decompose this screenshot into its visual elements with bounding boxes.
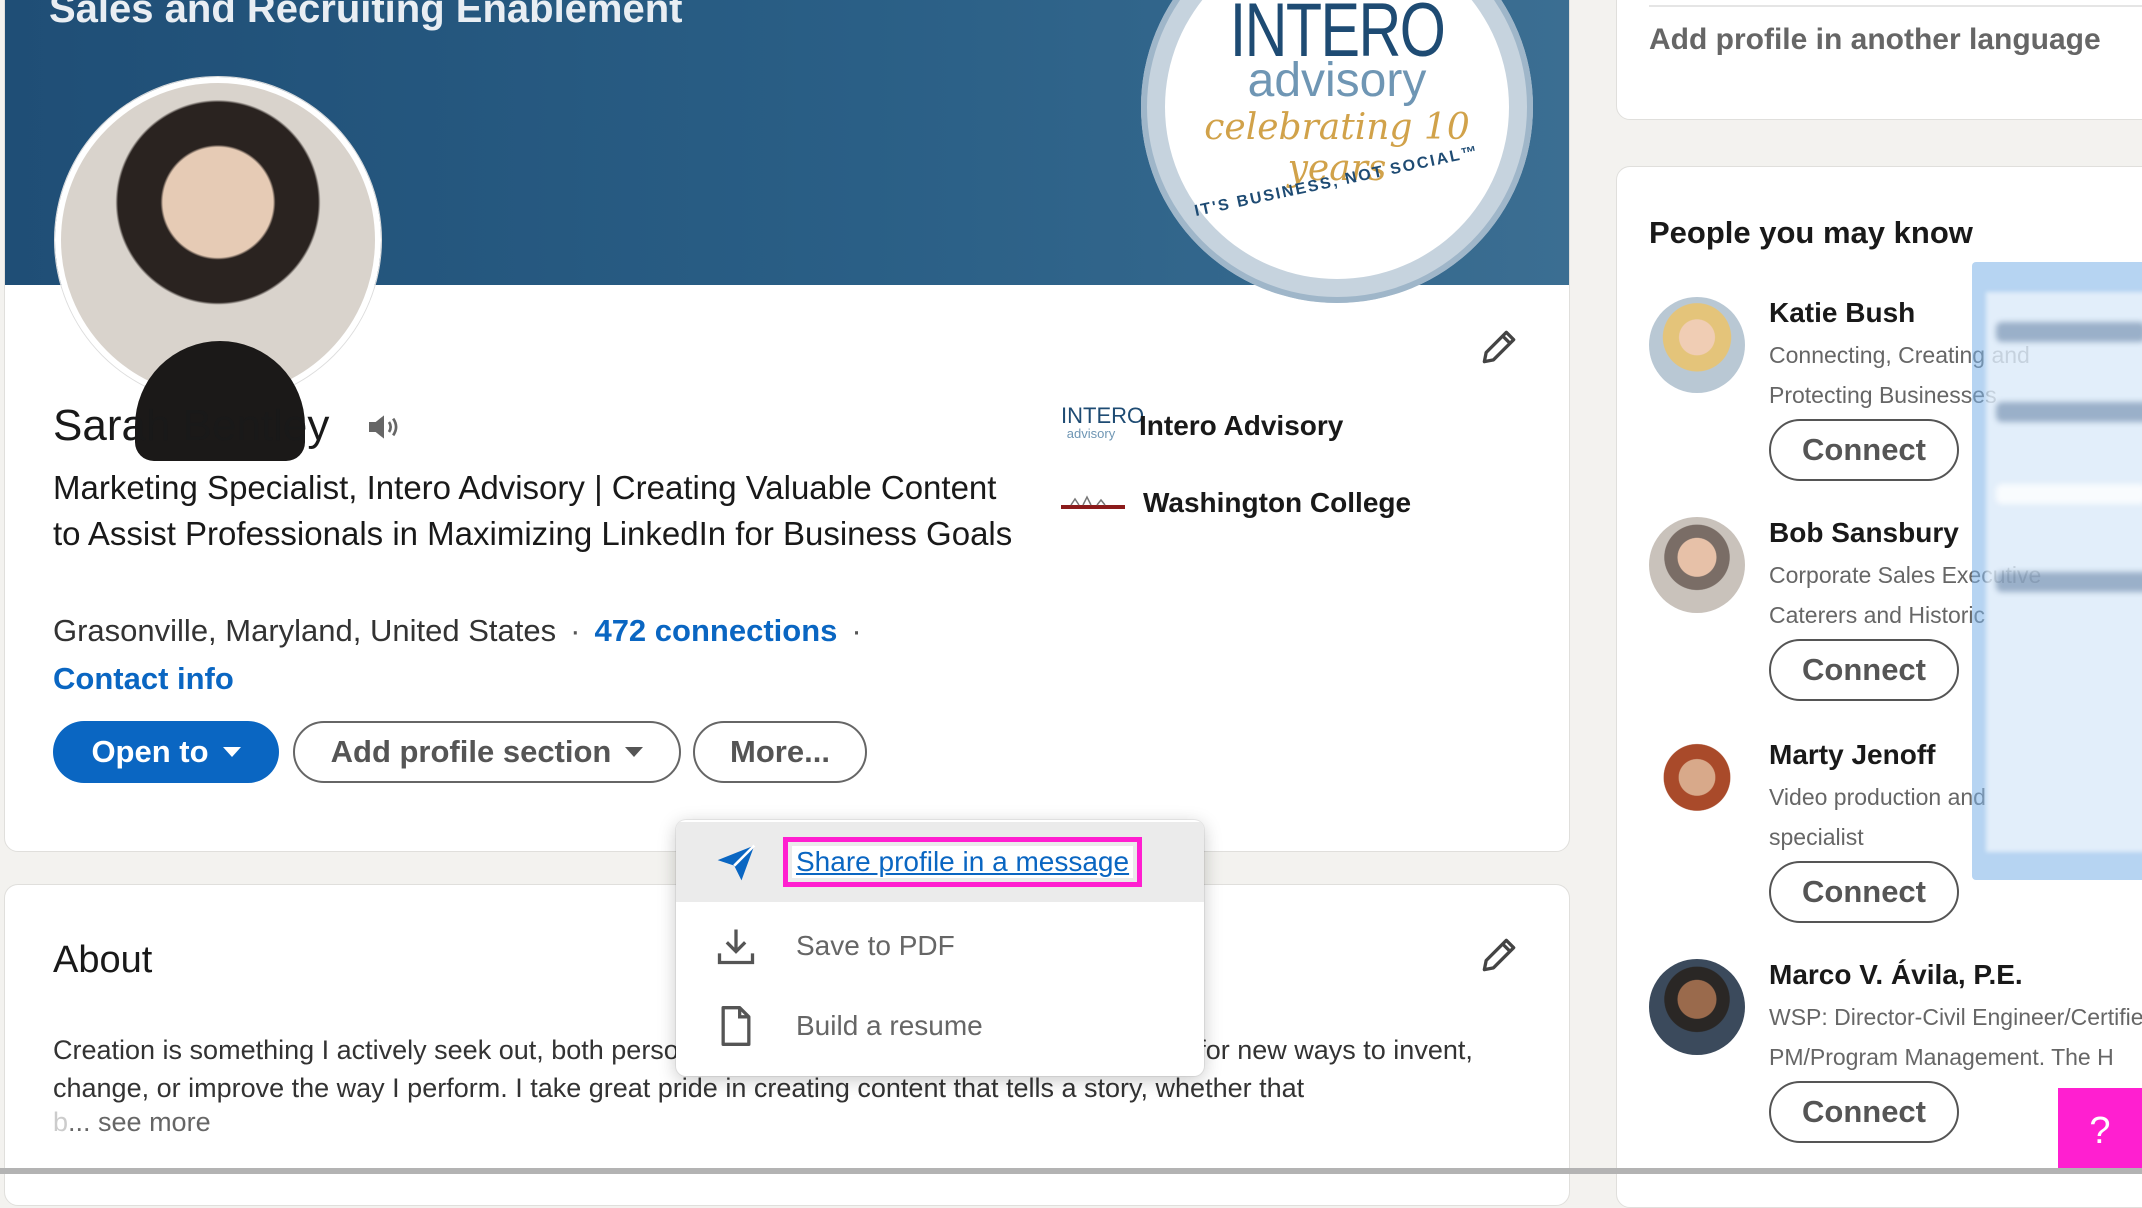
open-to-button[interactable]: Open to — [53, 721, 279, 783]
add-language-link[interactable]: Add profile in another language — [1649, 23, 2101, 57]
open-to-label: Open to — [91, 734, 209, 769]
person-headline: WSP: Director-Civil Engineer/Certified PM… — [1769, 1004, 2142, 1070]
person-name[interactable]: Bob Sansbury — [1769, 517, 1959, 549]
document-icon — [721, 1006, 751, 1046]
person-avatar[interactable] — [1649, 517, 1745, 613]
menu-item-share-profile[interactable]: Share profile in a message — [676, 822, 1204, 902]
divider — [1649, 5, 2142, 7]
truncated-text: b — [53, 1107, 69, 1137]
profile-headline: Marketing Specialist, Intero Advisory | … — [53, 469, 1013, 552]
intero-company-logo: INTERO advisory — [1061, 403, 1145, 442]
blurred-text — [1996, 572, 2142, 592]
logo-word-advisory: advisory — [1247, 54, 1427, 107]
blurred-text — [1996, 402, 2142, 422]
about-see-more-line: b... see more — [53, 1107, 211, 1138]
washington-college-logo — [1061, 495, 1125, 509]
window-bottom-edge — [0, 1168, 2142, 1174]
profile-name: Sarah Bentley — [53, 401, 330, 450]
menu-item-build-resume[interactable]: Build a resume — [676, 986, 1204, 1066]
blurred-overlay-panel — [1972, 262, 2142, 880]
person-avatar[interactable] — [1649, 739, 1745, 835]
blurred-text — [1996, 322, 2142, 342]
save-pdf-label: Save to PDF — [796, 930, 955, 961]
caret-down-icon — [625, 747, 644, 757]
language-card: Add profile in another language — [1616, 0, 2142, 120]
education-link[interactable]: Washington College — [1061, 487, 1411, 519]
company-name: Intero Advisory — [1139, 410, 1344, 441]
send-icon — [717, 844, 756, 881]
contact-info-link[interactable]: Contact info — [53, 661, 234, 697]
person-name[interactable]: Marco V. Ávila, P.E. — [1769, 959, 2023, 991]
more-button[interactable]: More... — [693, 721, 867, 783]
blurred-input — [1996, 484, 2142, 504]
connect-button[interactable]: Connect — [1769, 419, 1959, 481]
school-name: Washington College — [1143, 487, 1412, 518]
connect-button[interactable]: Connect — [1769, 1081, 1959, 1143]
build-resume-label: Build a resume — [796, 1010, 983, 1041]
person-name[interactable]: Marty Jenoff — [1769, 739, 1935, 771]
connections-link[interactable]: 472 connections — [594, 613, 837, 648]
add-profile-section-button[interactable]: Add profile section — [293, 721, 681, 783]
location-line: Grasonville, Maryland, United States · 472… — [53, 613, 876, 649]
separator-dot: · — [851, 613, 862, 648]
download-icon — [717, 929, 755, 965]
person-avatar[interactable] — [1649, 297, 1745, 393]
add-section-label: Add profile section — [330, 734, 612, 769]
speaker-icon[interactable] — [361, 407, 407, 447]
profile-card: Sales and Recruiting Enablement INTERO a… — [4, 0, 1570, 852]
pencil-icon[interactable] — [1477, 933, 1521, 977]
person-name[interactable]: Katie Bush — [1769, 297, 1915, 329]
banner-title: Sales and Recruiting Enablement — [49, 0, 683, 31]
menu-item-save-pdf[interactable]: Save to PDF — [676, 906, 1204, 986]
profile-location: Grasonville, Maryland, United States — [53, 613, 557, 648]
person-avatar[interactable] — [1649, 959, 1745, 1055]
caret-down-icon — [222, 747, 241, 757]
share-profile-label: Share profile in a message — [782, 837, 1143, 887]
pymk-title: People you may know — [1649, 215, 1973, 250]
about-title: About — [53, 939, 153, 981]
connect-button[interactable]: Connect — [1769, 639, 1959, 701]
connect-button[interactable]: Connect — [1769, 861, 1959, 923]
pencil-icon[interactable] — [1477, 325, 1521, 369]
more-dropdown-menu: Share profile in a message Save to PDF B… — [676, 820, 1204, 1076]
help-button[interactable]: ? — [2058, 1088, 2142, 1174]
current-company-link[interactable]: INTERO advisory Intero Advisory — [1061, 403, 1344, 445]
see-more-link[interactable]: ... see more — [68, 1107, 211, 1137]
profile-avatar[interactable] — [55, 77, 381, 461]
separator-dot: · — [570, 613, 581, 648]
